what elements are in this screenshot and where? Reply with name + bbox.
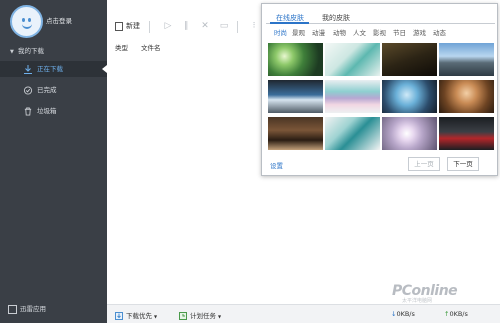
list-headers: 类型 文件名 <box>107 42 267 52</box>
tab-my-skins[interactable]: 我的皮肤 <box>322 13 350 23</box>
avatar-eye-right <box>28 18 31 22</box>
chevron-down-icon: ▼ <box>10 49 14 55</box>
column-type[interactable]: 类型 <box>115 42 128 52</box>
upload-speed: ↑0KB/s <box>444 310 468 318</box>
skin-thumbnail-green-bokeh[interactable] <box>268 43 323 76</box>
next-page-button[interactable]: 下一页 <box>447 157 479 171</box>
status-bar: 下载优先 ▼ 计划任务 ▼ ↓0KB/s ↑0KB/s <box>107 304 500 323</box>
category-culture[interactable]: 人文 <box>353 27 366 37</box>
toolbar-divider <box>149 21 150 33</box>
sidebar-item-completed[interactable]: 已完成 <box>0 82 107 98</box>
new-task-button[interactable]: 新建 <box>115 21 140 31</box>
trash-icon <box>24 106 32 116</box>
skin-thumbnail-teal-objects[interactable] <box>325 43 380 76</box>
avatar[interactable] <box>10 5 43 38</box>
category-landscape[interactable]: 景观 <box>292 27 305 37</box>
download-speed-value: 0KB/s <box>396 310 415 318</box>
skin-thumbnail-red-sportscar[interactable] <box>439 117 494 150</box>
thunder-apps-button[interactable]: 迅雷应用 <box>8 303 46 314</box>
scheduled-task-icon <box>179 312 187 320</box>
scheduled-task-label: 计划任务 <box>190 312 216 320</box>
apps-grid-icon <box>8 304 17 314</box>
download-arrow-icon <box>24 64 32 74</box>
download-priority-label: 下载优先 <box>126 312 152 320</box>
active-tab-indicator <box>270 22 309 24</box>
skin-thumbnail-child-portrait[interactable] <box>439 80 494 113</box>
pause-icon[interactable]: ∥ <box>181 21 191 31</box>
nav-group-label: 我的下载 <box>18 47 44 55</box>
thunder-apps-label: 迅雷应用 <box>20 305 46 313</box>
folder-icon[interactable]: ▭ <box>219 21 229 31</box>
category-games[interactable]: 游戏 <box>413 27 426 37</box>
watermark-logo: PConline 太平洋电脑网 <box>392 283 458 304</box>
category-fashion[interactable]: 时尚 <box>274 27 287 37</box>
check-circle-icon <box>23 85 33 95</box>
skin-thumbnail-sparkler[interactable] <box>382 117 437 150</box>
skin-settings-link[interactable]: 设置 <box>270 160 283 170</box>
scheduled-task-toggle[interactable]: 计划任务 ▼ <box>179 310 221 320</box>
delete-icon[interactable]: ✕ <box>200 21 210 31</box>
chevron-down-icon: ▼ <box>154 314 158 319</box>
download-priority-toggle[interactable]: 下载优先 ▼ <box>115 310 157 320</box>
skin-thumbnail-old-radio[interactable] <box>268 117 323 150</box>
skin-thumbnail-macarons[interactable] <box>325 80 380 113</box>
skin-popup: 在线皮肤 我的皮肤 时尚 景观 动漫 动物 人文 影视 节日 游戏 动态 设置 … <box>261 3 498 176</box>
category-movies[interactable]: 影视 <box>373 27 386 37</box>
sidebar-item-label: 垃圾箱 <box>37 107 57 115</box>
toolbar-divider <box>237 21 238 33</box>
sidebar-item-trash[interactable]: 垃圾箱 <box>0 103 107 119</box>
upload-speed-value: 0KB/s <box>449 310 468 318</box>
column-filename[interactable]: 文件名 <box>141 42 161 52</box>
category-dynamic[interactable]: 动态 <box>433 27 446 37</box>
skin-thumbnail-teal-gifts[interactable] <box>325 117 380 150</box>
avatar-eye-left <box>22 18 25 22</box>
category-animals[interactable]: 动物 <box>333 27 346 37</box>
category-anime[interactable]: 动漫 <box>312 27 325 37</box>
download-speed: ↓0KB/s <box>391 310 415 318</box>
skin-thumbnail-blue-car[interactable] <box>268 80 323 113</box>
new-file-icon <box>115 21 123 31</box>
skin-thumbnail-mountain-lake[interactable] <box>439 43 494 76</box>
login-link[interactable]: 点击登录 <box>46 15 72 25</box>
prev-page-button[interactable]: 上一页 <box>408 157 440 171</box>
new-task-label: 新建 <box>126 22 140 30</box>
download-priority-icon <box>115 312 123 320</box>
sidebar-item-label: 正在下载 <box>37 65 63 73</box>
play-icon[interactable]: ▷ <box>163 21 173 31</box>
skin-thumbnail-feather-blue[interactable] <box>382 80 437 113</box>
nav-group-my-downloads[interactable]: ▼ 我的下载 <box>0 45 107 57</box>
avatar-mouth <box>22 23 32 29</box>
category-festivals[interactable]: 节日 <box>393 27 406 37</box>
sidebar-item-label: 已完成 <box>37 86 57 94</box>
sidebar: 点击登录 ▼ 我的下载 正在下载 已完成 垃圾箱 迅雷应用 <box>0 0 107 323</box>
skin-thumbnail-dark-figure[interactable] <box>382 43 437 76</box>
chevron-down-icon: ▼ <box>218 314 222 319</box>
sidebar-item-downloading[interactable]: 正在下载 <box>0 61 107 77</box>
more-icon[interactable]: ⁝ <box>249 21 259 31</box>
